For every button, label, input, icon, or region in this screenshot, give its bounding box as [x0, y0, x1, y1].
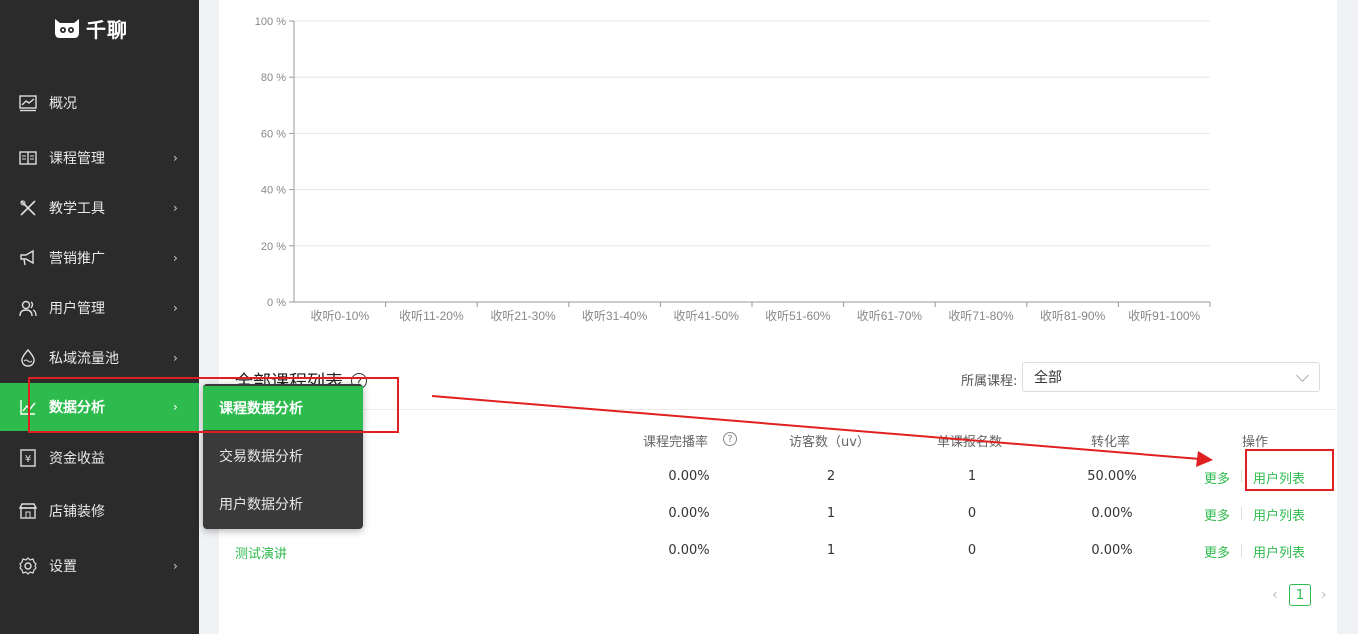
annotation-arrow: [431, 395, 1213, 467]
annotation-arrow-head: [1196, 451, 1213, 467]
annotation-arrow-line: [431, 395, 1201, 460]
